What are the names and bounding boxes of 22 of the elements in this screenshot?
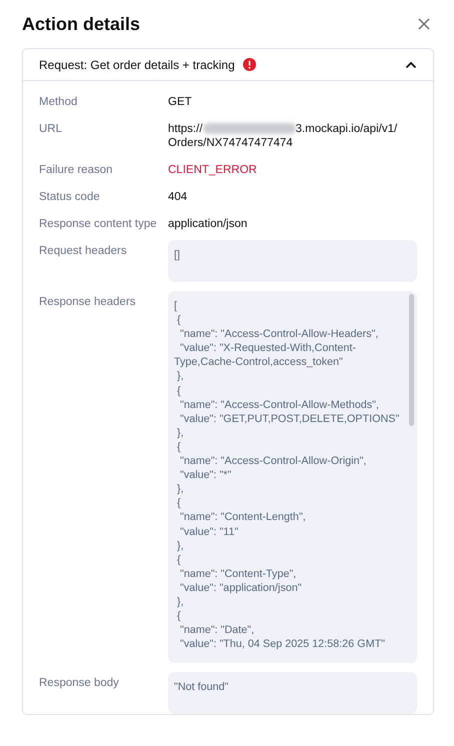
request-title: Request: Get order details + tracking bbox=[39, 58, 235, 72]
scrollbar-thumb[interactable] bbox=[409, 294, 414, 426]
field-label: URL bbox=[39, 122, 64, 137]
field-value: 404 bbox=[168, 190, 188, 204]
code-text: "Not found" bbox=[174, 680, 230, 694]
field-value: GET bbox=[168, 95, 193, 109]
url-value: https:// 3.mockapi.io/api/v1/Orders/NX74747477474 bbox=[168, 122, 398, 150]
field-label: Response headers bbox=[39, 295, 137, 310]
request-header[interactable]: Request: Get order details + tracking bbox=[23, 49, 433, 81]
panel-title: Action details bbox=[22, 14, 140, 34]
field-label: Failure reason bbox=[39, 163, 114, 177]
close-icon[interactable] bbox=[418, 18, 430, 30]
field-label: Response content type bbox=[39, 217, 158, 231]
field-label: Status code bbox=[39, 190, 101, 204]
failure-reason: CLIENT_ERROR bbox=[168, 163, 258, 177]
chevron-icon bbox=[405, 60, 417, 68]
field-label: Request headers bbox=[39, 244, 128, 259]
field-label: Response body bbox=[39, 676, 120, 691]
field-label: Method bbox=[39, 95, 78, 109]
field-value: application/json bbox=[168, 217, 248, 231]
code-text: [ { "name": "Access-Control-Allow-Headers", "value": "X-Requested-With,Content-Type,Cache-Control,access_token" }, { "name": "Access-Control-Allow-Methods", "value": "GET,PUT,POST,DELETE,OPTIONS" }, { "name": "Access-Control-Allow-Origin", "value": "*" }, { "name": "Content-Length", "value": "11" }, { "name": "Content-Type", "value": "application/json" }, { "name": "Date", "value": "Thu, 04 Sep 2025 12:58:26 GMT" bbox=[174, 299, 400, 652]
code-text: [] bbox=[174, 248, 181, 262]
